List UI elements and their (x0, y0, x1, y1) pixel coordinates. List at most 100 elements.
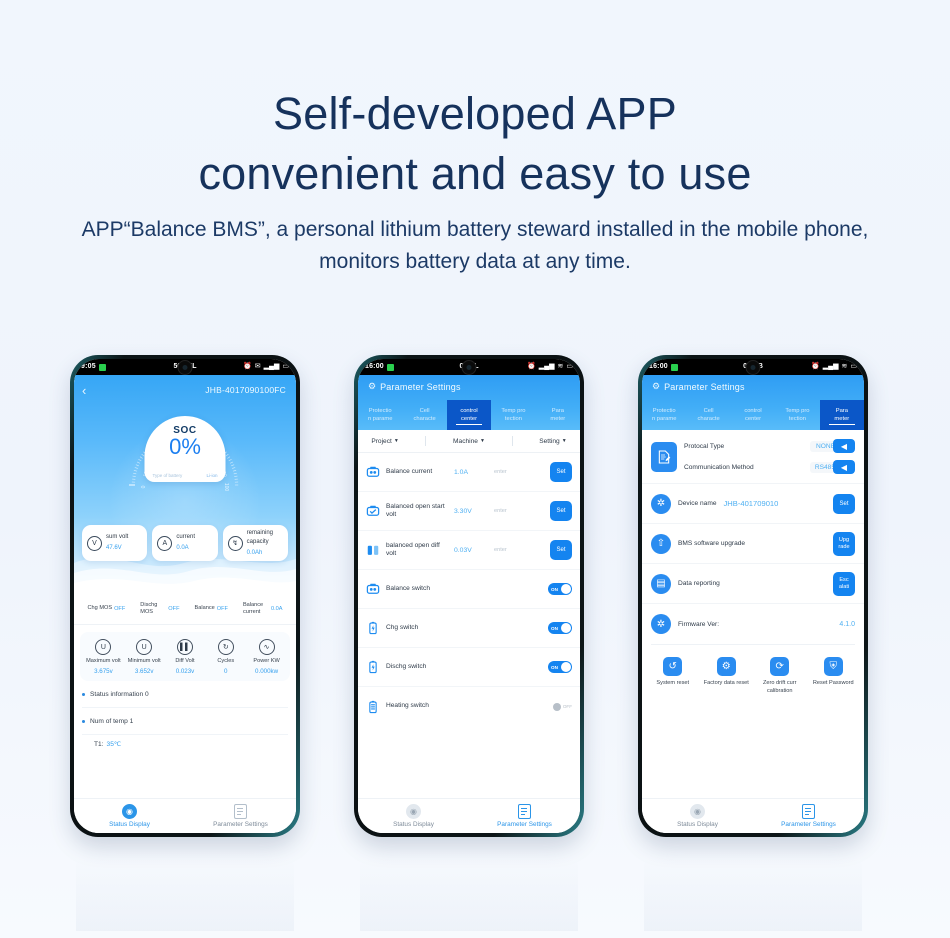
headline-line-2: convenient and easy to use (198, 148, 752, 199)
chg-switch-toggle[interactable]: ON (548, 622, 572, 634)
nav-parameter-settings[interactable]: Parameter Settings (469, 804, 580, 828)
tab-parameter[interactable]: Para meter (536, 400, 580, 430)
nav-label: Status Display (109, 821, 150, 828)
row-device-name: ✲ Device name JHB-401709010 Set (642, 484, 864, 524)
tab-cell-characte[interactable]: Cell characte (402, 400, 446, 430)
mos-value: OFF (114, 605, 126, 612)
alarm-icon: ⏰ (811, 363, 820, 370)
protocol-type-label: Protocal Type (684, 442, 725, 450)
tab-protection-parameter[interactable]: Protectio n parame (358, 400, 402, 430)
filter-project[interactable]: Project ▼ (371, 438, 398, 445)
soc-sub-row: Type of battery Li-ion (145, 473, 226, 478)
escalation-button[interactable]: Esc alati (833, 571, 855, 596)
set-button[interactable]: Set (550, 501, 572, 521)
data-reporting-label: Data reporting (678, 580, 720, 587)
cycles-icon: ↻ (217, 639, 234, 655)
filter-setting[interactable]: Setting ▼ (539, 438, 566, 445)
row-label: balanced open diff volt (386, 541, 440, 558)
phone1-bottom-nav: ◉ Status Display Parameter Settings (74, 798, 296, 833)
dischg-switch-toggle[interactable]: ON (548, 661, 572, 673)
temp-label: T1: (94, 741, 104, 748)
set-button[interactable]: Set (550, 462, 572, 482)
svg-text:0: 0 (141, 485, 147, 488)
action-zero-drift-calibration[interactable]: ⟳ Zero drift curr calibration (755, 657, 805, 695)
row-balanced-open-start-volt: Balanced open start volt 3.30V enter Set (358, 492, 580, 531)
tab-control-center[interactable]: control center (446, 400, 492, 430)
mos-chg: Chg MOS OFF (88, 605, 126, 612)
action-system-reset[interactable]: ↺ System reset (648, 657, 698, 688)
toggle-label: ON (551, 586, 558, 592)
row-input[interactable]: enter (494, 469, 544, 475)
row-input[interactable]: enter (494, 508, 544, 514)
tab-cell-characte[interactable]: Cell characte (686, 400, 730, 430)
back-icon[interactable]: ‹ (82, 384, 86, 397)
set-button[interactable]: Set (550, 540, 572, 560)
heating-switch-toggle[interactable]: OFF (552, 701, 572, 713)
toggle-label: OFF (562, 704, 572, 709)
upgrade-button[interactable]: Upg rade (833, 531, 855, 556)
summary-cards: V sum volt 47.6V A current 0.0A ↯ remain… (82, 525, 288, 561)
phone2-status-bar: 16:00 0.3KL ⏰ ▂▄▆ ≋ ▭ (358, 359, 580, 375)
balance-current-icon (366, 465, 380, 479)
reset-password-icon: ⛨ (823, 657, 843, 676)
alarm-icon: ⏰ (243, 363, 252, 370)
action-grid: ↺ System reset ⚙ Factory data reset ⟳ Ze… (642, 645, 864, 798)
tab-temp-protection[interactable]: Temp pro tection (491, 400, 535, 430)
gauge-icon: ◉ (690, 804, 705, 819)
battery-type-label: Type of battery (152, 473, 183, 478)
svg-text:100: 100 (223, 483, 229, 492)
chevron-down-icon: ▼ (561, 438, 567, 444)
camera-notch (461, 360, 477, 375)
filter-machine[interactable]: Machine ▼ (453, 438, 485, 445)
status-icons: ⏰ ▂▄▆ ≋ ▭ (527, 359, 573, 375)
status-information-label: Status information 0 (90, 690, 149, 698)
device-name-label: Device name (678, 500, 717, 507)
protocol-type-prev-button[interactable]: ◀ (833, 439, 855, 453)
tab-control-center[interactable]: control center (731, 400, 775, 430)
mos-balance: Balance OFF (195, 605, 228, 612)
set-button[interactable]: Set (833, 493, 855, 514)
card-label: sum volt (106, 534, 129, 540)
gauge-icon: ◉ (406, 804, 421, 819)
row-firmware-version: ✲ Firmware Ver: 4.1.0 (642, 604, 864, 644)
mos-label: Balance current (242, 601, 264, 615)
tab-temp-protection[interactable]: Temp pro tection (775, 400, 819, 430)
mail-icon: ✉ (254, 363, 261, 370)
communication-method-prev-button[interactable]: ◀ (833, 460, 855, 474)
heating-switch-icon (366, 700, 380, 714)
upgrade-label: BMS software upgrade (678, 540, 746, 547)
promo-page: Self-developed APP convenient and easy t… (0, 0, 950, 938)
card-current[interactable]: A current 0.0A (152, 525, 218, 561)
card-remaining-capacity[interactable]: ↯ remaining capacity 0.0Ah (222, 525, 288, 561)
tab-parameter[interactable]: Para meter (819, 400, 864, 430)
balance-switch-toggle[interactable]: ON (548, 583, 572, 595)
row-label: Heating switch (386, 702, 429, 710)
nav-parameter-settings[interactable]: Parameter Settings (185, 804, 296, 828)
settings-doc-icon (802, 804, 815, 819)
phone-bezel: 16:00 0.3KL ⏰ ▂▄▆ ≋ ▭ ⚙ Parameter Settin… (354, 355, 584, 837)
action-label: Factory data reset (703, 680, 749, 686)
soc-hero-panel: ‹ JHB-4017090100FC 010203040506070809010… (74, 375, 296, 593)
row-input[interactable]: enter (494, 547, 544, 553)
nav-parameter-settings[interactable]: Parameter Settings (753, 804, 864, 828)
nav-status-display[interactable]: ◉ Status Display (642, 804, 753, 828)
action-factory-data-reset[interactable]: ⚙ Factory data reset (701, 657, 751, 688)
nav-status-display[interactable]: ◉ Status Display (74, 804, 185, 828)
card-label: current (176, 534, 196, 540)
chevron-down-icon: ▼ (479, 438, 485, 444)
phone3-tabs: Protectio n parame Cell characte control ce… (642, 400, 864, 430)
battery-icon: ▭ (850, 363, 857, 370)
metric-label: Cycles (217, 658, 235, 664)
max-volt-icon: U (95, 639, 112, 655)
action-reset-password[interactable]: ⛨ Reset Password (808, 657, 858, 688)
card-value: 0.0Ah (246, 549, 263, 556)
status-icons: ⏰ ✉ ▂▄▆ ▭ (243, 359, 289, 375)
tab-protection-parameter[interactable]: Protectio n parame (642, 400, 686, 430)
phone2-bottom-nav: ◉ Status Display Parameter Settings (358, 798, 580, 833)
num-of-temp-label: Num of temp 1 (90, 717, 134, 725)
nav-status-display[interactable]: ◉ Status Display (358, 804, 469, 828)
mos-value: OFF (168, 605, 180, 612)
card-sum-volt[interactable]: V sum volt 47.6V (82, 525, 148, 561)
action-label: System reset (656, 680, 690, 686)
mos-status-row: Chg MOS OFF Dischg MOS OFF Balance OFF B… (74, 593, 296, 625)
